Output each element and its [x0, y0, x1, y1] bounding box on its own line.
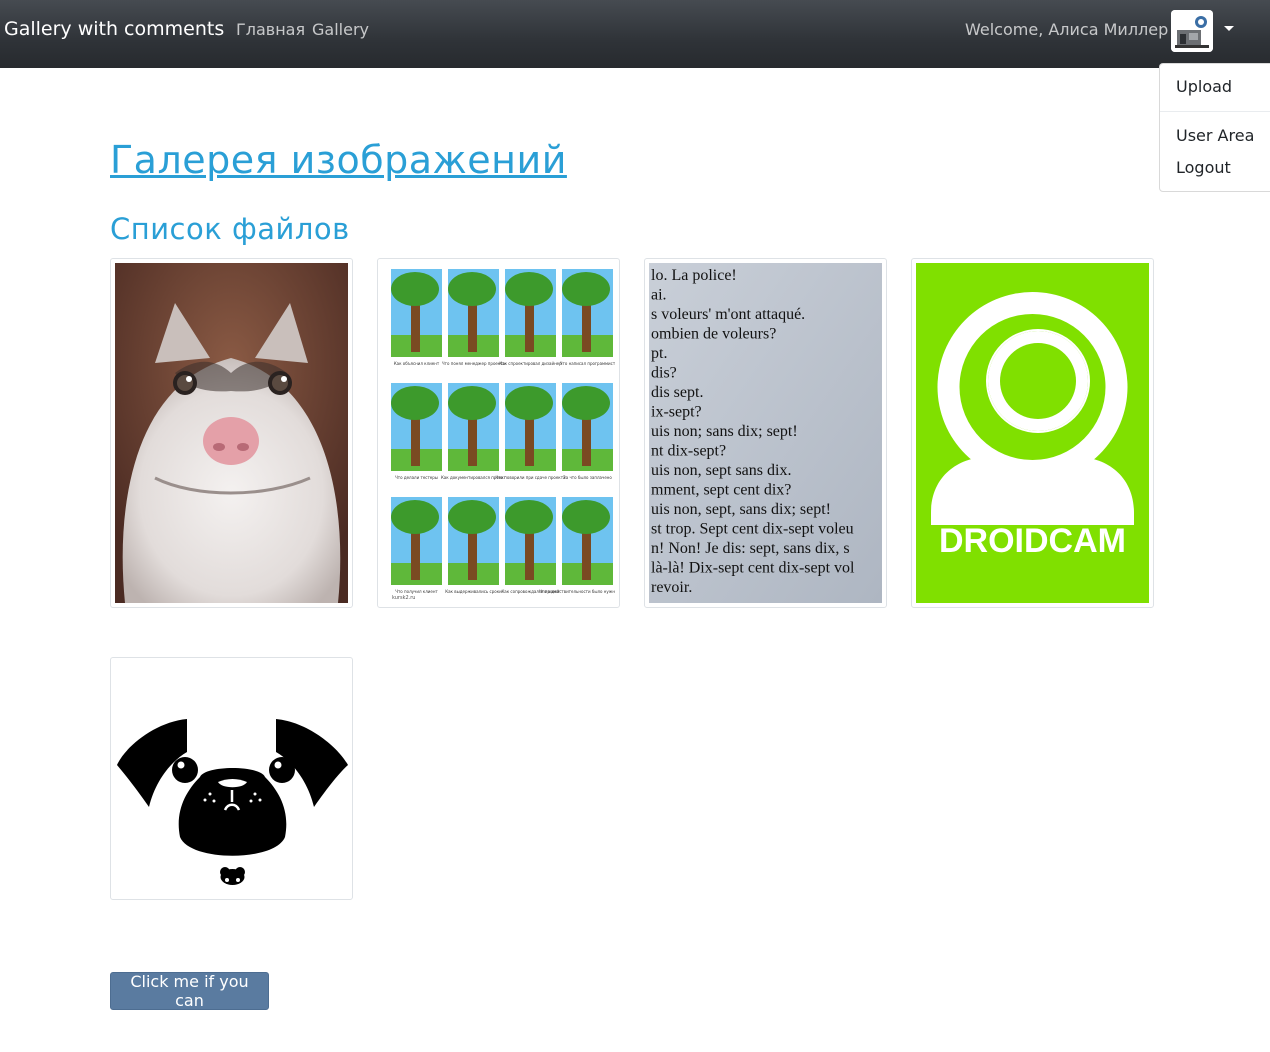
gallery-thumbnail-droidcam[interactable]: DROIDCAM — [911, 258, 1154, 608]
comic-watermark: kursk2.ru — [392, 595, 415, 601]
text-page-line: s voleurs' m'ont attaqué. — [651, 306, 805, 323]
comic-caption: Как объяснил клиент — [394, 361, 440, 366]
text-page-line: uis non; sans dix; sept! — [651, 423, 798, 440]
text-page-line: revoir. — [651, 579, 692, 596]
comic-panel: Как документировался проект — [441, 383, 507, 480]
comic-caption: Как спроектировал дизайнер — [499, 361, 562, 366]
text-page-line: uis non, sept sans dix. — [651, 462, 791, 479]
comic-panel: Как сопровождался проект — [501, 497, 560, 594]
page-title[interactable]: Галерея изображений — [110, 138, 567, 182]
text-page-line: nt dix-sept? — [651, 443, 726, 460]
text-page-line: mment, sept cent dix? — [651, 482, 791, 499]
cat-photo — [115, 263, 348, 603]
comic-panel: Что делали тестеры — [391, 383, 442, 480]
dropdown-item-upload[interactable]: Upload — [1176, 77, 1232, 96]
caret-down-icon[interactable] — [1224, 26, 1234, 31]
comic-caption: Как выдерживались сроки — [445, 589, 502, 594]
text-page-line: là-là! Dix-sept cent dix-sept vol — [651, 560, 855, 577]
text-page-line: pt. — [651, 345, 667, 362]
comic-caption: Что понял менеджер проекта — [442, 361, 506, 366]
nav-link-home[interactable]: Главная — [236, 20, 305, 39]
droidcam-label: DROIDCAM — [939, 522, 1126, 560]
comic-caption: Что в действительности было нужно клиент… — [539, 589, 615, 594]
avatar[interactable] — [1171, 10, 1213, 52]
comic-caption: Что поворили при сдаче проекта — [495, 475, 566, 480]
text-page-line: lo. La police! — [651, 267, 737, 284]
text-page-line: dis? — [651, 365, 677, 382]
comic-panel: Что написал программист — [560, 269, 615, 366]
files-list-heading: Список файлов — [110, 212, 350, 246]
avatar-icon — [1171, 10, 1213, 52]
gallery-thumbnail-cat[interactable] — [110, 258, 353, 608]
comic-caption: Что делали тестеры — [395, 475, 438, 480]
comic-caption: Что получил клиент — [395, 589, 438, 594]
text-page-line: n! Non! Je dis: sept, sans dix, s — [651, 540, 850, 557]
comic-caption: За что было заплачено — [563, 475, 612, 480]
comic-image: Как объяснил клиент Что понял менеджер пр… — [382, 263, 615, 603]
text-page-line: st trop. Sept cent dix-sept voleu — [651, 521, 854, 538]
dropdown-divider — [1160, 111, 1270, 112]
comic-panel: Что поворили при сдаче проекта — [495, 383, 566, 480]
text-page-line: ombien de voleurs? — [651, 326, 776, 343]
text-page-line: ix-sept? — [651, 404, 702, 421]
click-me-button[interactable]: Click me if you can — [110, 972, 269, 1010]
comic-panel: Что получил клиент — [391, 497, 442, 594]
dropdown-item-user-area[interactable]: User Area — [1176, 126, 1254, 145]
navbar: Gallery with comments Главная Gallery We… — [0, 0, 1270, 68]
welcome-text: Welcome, Алиса Миллер — [965, 20, 1169, 39]
navbar-brand[interactable]: Gallery with comments — [4, 18, 224, 40]
pug-icon — [115, 662, 348, 895]
gallery-thumbnail-pug[interactable] — [110, 657, 353, 900]
comic-panel: Как объяснил клиент — [391, 269, 442, 366]
comic-panel: За что было заплачено — [562, 383, 613, 480]
text-page-photo: lo. La police! ai. s voleurs' m'ont attaqu… — [649, 263, 882, 603]
gallery-thumbnail-comic[interactable]: Как объяснил клиент Что понял менеджер пр… — [377, 258, 620, 608]
nav-link-gallery[interactable]: Gallery — [312, 20, 369, 39]
text-page-line: ai. — [651, 287, 667, 304]
text-page-line: dis sept. — [651, 384, 703, 401]
text-page-line: uis non, sept, sans dix; sept! — [651, 501, 831, 518]
comic-panel: Как выдерживались сроки — [445, 497, 502, 594]
droidcam-logo: DROIDCAM — [916, 263, 1149, 603]
user-dropdown-menu: Upload User Area Logout — [1159, 63, 1270, 192]
dropdown-item-logout[interactable]: Logout — [1176, 158, 1231, 177]
comic-caption: Что написал программист — [560, 361, 615, 366]
comic-panel: Как спроектировал дизайнер — [499, 269, 562, 366]
comic-panel: Что понял менеджер проекта — [442, 269, 506, 366]
gallery-thumbnail-text-page[interactable]: lo. La police! ai. s voleurs' m'ont attaqu… — [644, 258, 887, 608]
